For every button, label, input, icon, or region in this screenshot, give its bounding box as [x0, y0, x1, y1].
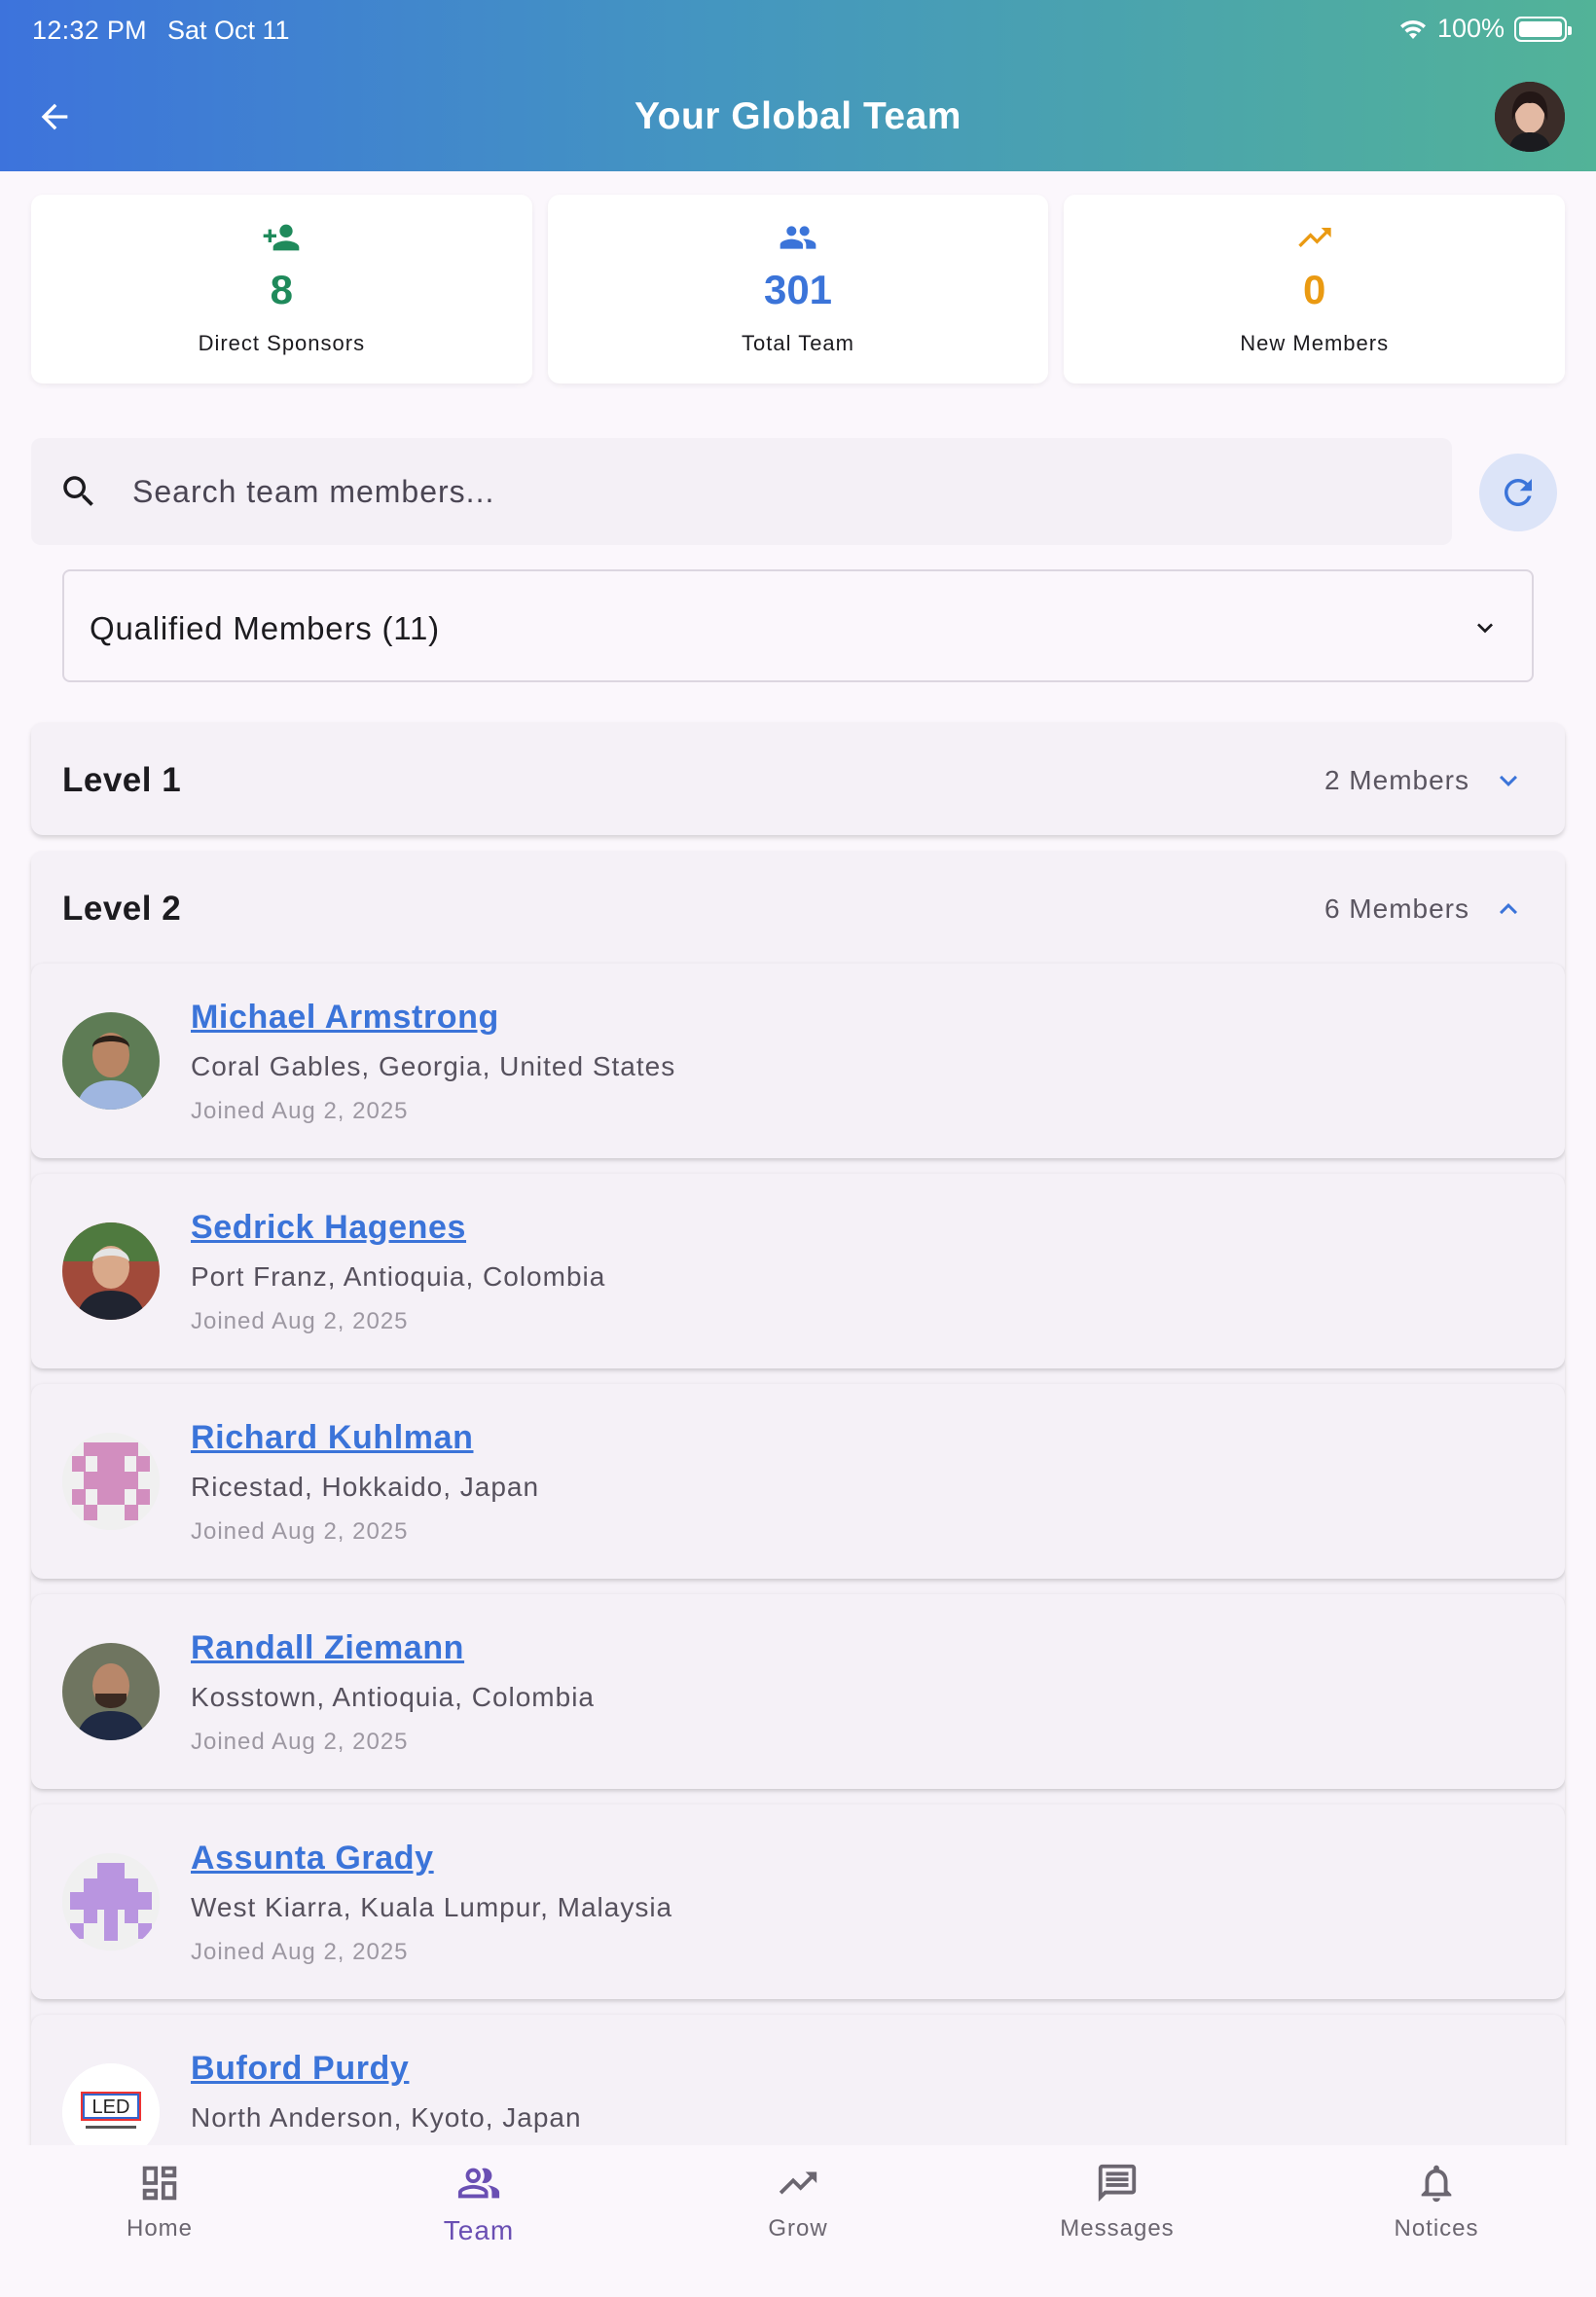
member-name-link[interactable]: Michael Armstrong — [191, 999, 499, 1037]
member-avatar — [62, 1012, 160, 1110]
level-title: Level 1 — [62, 761, 182, 799]
member-card[interactable]: Assunta Grady West Kiarra, Kuala Lumpur,… — [31, 1805, 1565, 1999]
wifi-icon — [1399, 19, 1426, 39]
chevron-up-icon — [1500, 903, 1517, 915]
user-avatar[interactable] — [1495, 82, 1565, 152]
stat-value: 301 — [763, 267, 833, 312]
nav-label: Messages — [1060, 2215, 1175, 2242]
stat-card-direct-sponsors: 8 Direct Sponsors — [31, 195, 532, 383]
member-location: Port Franz, Antioquia, Colombia — [191, 1261, 606, 1292]
dashboard-icon — [142, 2166, 177, 2201]
member-card[interactable]: Richard Kuhlman Ricestad, Hokkaido, Japa… — [31, 1384, 1565, 1579]
page-title: Your Global Team — [635, 95, 961, 137]
nav-grow[interactable]: Grow — [638, 2145, 958, 2260]
member-card[interactable]: Randall Ziemann Kosstown, Antioquia, Col… — [31, 1594, 1565, 1789]
member-avatar — [62, 1433, 160, 1530]
stat-card-total-team: 301 Total Team — [547, 195, 1049, 383]
member-name-link[interactable]: Randall Ziemann — [191, 1629, 464, 1667]
member-avatar — [62, 1222, 160, 1320]
level-member-count: 2 Members — [1324, 765, 1469, 795]
level-panel-2: Level 2 6 Members Michael Armstrong Cora… — [31, 851, 1565, 2213]
member-joined-date: Joined Aug 2, 2025 — [191, 1518, 409, 1545]
search-box — [31, 438, 1452, 545]
nav-label: Grow — [768, 2215, 828, 2242]
stat-label: Total Team — [742, 331, 854, 355]
member-name-link[interactable]: Sedrick Hagenes — [191, 1209, 466, 1247]
nav-messages[interactable]: Messages — [958, 2145, 1277, 2260]
status-time: 12:32 PM — [32, 16, 147, 45]
member-avatar — [62, 1643, 160, 1740]
member-joined-date: Joined Aug 2, 2025 — [191, 1939, 409, 1965]
stat-label: Direct Sponsors — [198, 331, 366, 355]
stat-value: 0 — [1303, 267, 1326, 312]
refresh-icon — [1505, 479, 1532, 506]
stat-value: 8 — [270, 267, 294, 312]
member-name-link[interactable]: Richard Kuhlman — [191, 1419, 473, 1457]
level-header[interactable]: Level 2 6 Members — [31, 851, 1565, 964]
person-add-icon — [263, 224, 300, 251]
app-header: 12:32 PM Sat Oct 11 100% Your Global Tea… — [0, 0, 1596, 171]
member-joined-date: Joined Aug 2, 2025 — [191, 1729, 409, 1755]
member-location: Coral Gables, Georgia, United States — [191, 1051, 676, 1081]
battery-icon — [1514, 16, 1572, 42]
status-date: Sat Oct 11 — [167, 16, 290, 45]
battery-percent: 100% — [1436, 14, 1505, 43]
level-member-count: 6 Members — [1324, 893, 1469, 924]
member-joined-date: Joined Aug 2, 2025 — [191, 1308, 409, 1334]
search-input[interactable] — [132, 467, 1397, 516]
avatar-logo-text: LED — [92, 2096, 130, 2118]
home-indicator-area — [0, 2260, 1596, 2297]
nav-label: Home — [126, 2215, 194, 2242]
member-card[interactable]: Michael Armstrong Coral Gables, Georgia,… — [31, 964, 1565, 1158]
member-joined-date: Joined Aug 2, 2025 — [191, 1098, 409, 1124]
level-header[interactable]: Level 1 2 Members — [31, 722, 1565, 835]
member-name-link[interactable]: Assunta Grady — [191, 1840, 434, 1878]
stat-label: New Members — [1240, 331, 1390, 355]
level-panel-1: Level 1 2 Members — [31, 722, 1565, 835]
message-icon — [1098, 2164, 1137, 2203]
search-icon — [63, 476, 93, 506]
member-avatar — [62, 1853, 160, 1951]
member-location: West Kiarra, Kuala Lumpur, Malaysia — [191, 1892, 673, 1922]
trending-up-icon — [1298, 228, 1331, 247]
bottom-navigation: Home Team Grow Messages Notices — [0, 2145, 1596, 2260]
nav-notices[interactable]: Notices — [1277, 2145, 1596, 2260]
stat-card-new-members: 0 New Members — [1064, 195, 1566, 383]
member-name-link[interactable]: Buford Purdy — [191, 2050, 409, 2088]
member-location: North Anderson, Kyoto, Japan — [191, 2102, 582, 2133]
trending-up-icon — [779, 2171, 817, 2195]
group-icon — [780, 226, 816, 249]
chevron-down-icon — [1477, 623, 1493, 634]
refresh-button[interactable] — [1479, 454, 1557, 531]
member-location: Kosstown, Antioquia, Colombia — [191, 1682, 595, 1712]
stats-row: 8 Direct Sponsors 301 Total Team 0 New M… — [31, 195, 1566, 383]
member-filter-dropdown[interactable]: Qualified Members (11) — [62, 569, 1534, 682]
level-title: Level 2 — [62, 890, 182, 928]
member-location: Ricestad, Hokkaido, Japan — [191, 1472, 540, 1502]
filter-selected-value: Qualified Members (11) — [90, 610, 440, 646]
group-outline-icon — [457, 2168, 500, 2199]
nav-home[interactable]: Home — [0, 2145, 319, 2260]
nav-label: Team — [443, 2215, 515, 2245]
chevron-down-icon — [1500, 775, 1517, 786]
nav-label: Notices — [1394, 2215, 1479, 2242]
member-card[interactable]: Sedrick Hagenes Port Franz, Antioquia, C… — [31, 1174, 1565, 1368]
nav-team[interactable]: Team — [319, 2145, 638, 2260]
bell-icon — [1421, 2165, 1452, 2203]
status-right: 100% — [1398, 14, 1572, 44]
